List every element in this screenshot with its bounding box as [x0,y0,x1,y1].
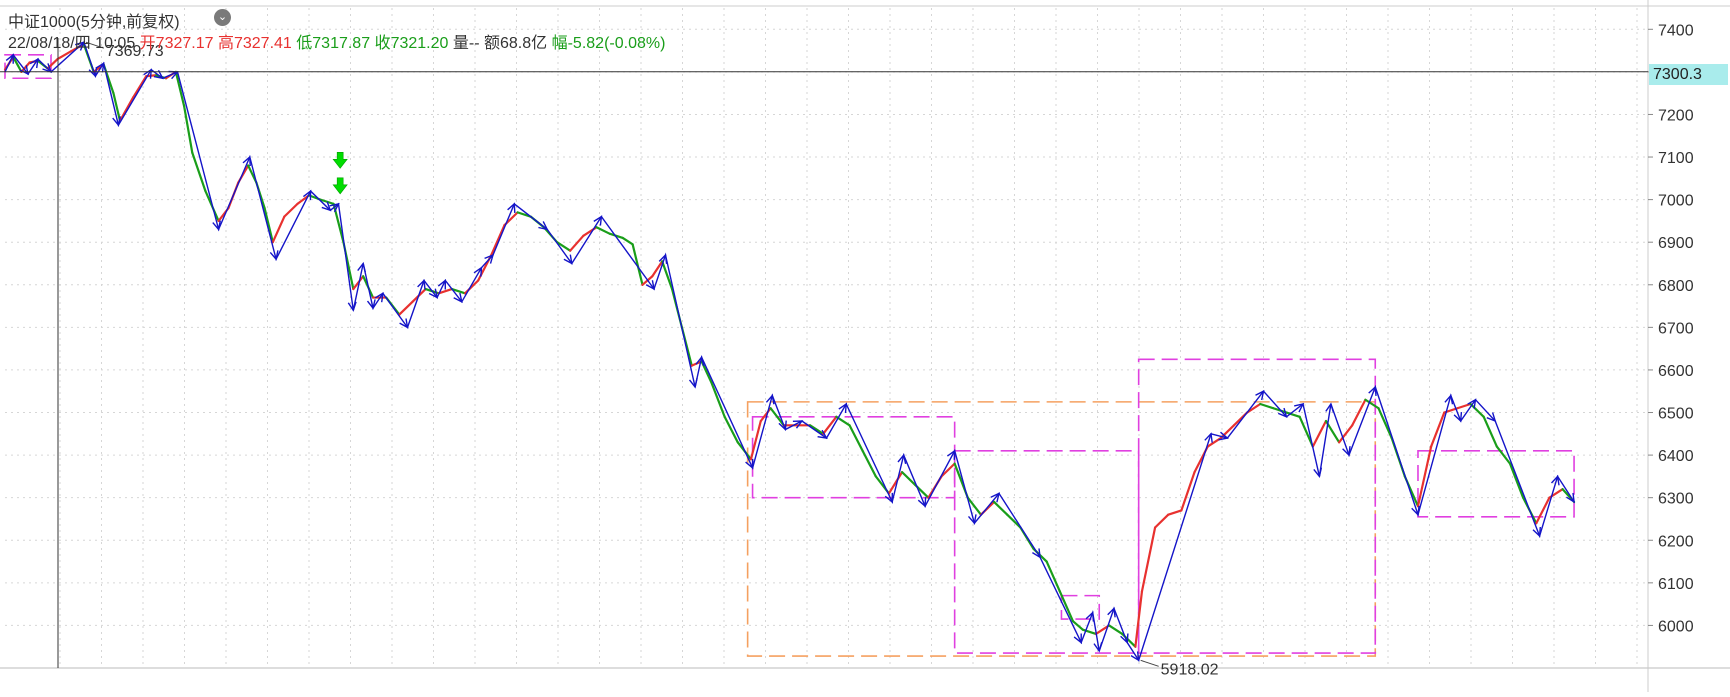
y-tick-label: 7200 [1658,107,1694,124]
y-tick-label: 6100 [1658,576,1694,593]
quote-info-bar: 22/08/18/四 10:05 开7327.17 高7327.41 低7317… [8,29,665,53]
chart-root[interactable]: 6000 6100 6200 6300 6400 6500 6600 6700 6800 6900… [0,0,1730,692]
y-tick-label: 7000 [1658,193,1694,210]
kline-chart[interactable]: 6000 6100 6200 6300 6400 6500 6600 6700 6800 6900… [0,0,1730,692]
quote-high: 高7327.41 [217,35,292,52]
y-tick-label: 6000 [1658,618,1694,635]
y-tick-label: 6900 [1658,235,1694,252]
trough-label: 5918.02 [1161,661,1219,678]
quote-amount: 额68.8亿 [483,35,548,52]
y-tick-label: 6400 [1658,448,1694,465]
y-tick-label: 6500 [1658,406,1694,423]
quote-volume: 量-- [452,35,480,52]
y-tick-label: 6300 [1658,491,1694,508]
y-tick-label: 7100 [1658,150,1694,167]
chart-background [0,0,1730,692]
y-tick-label: 7400 [1658,22,1694,39]
y-tick-label: 6800 [1658,278,1694,295]
crosshair-price-badge: 7300.3 [1649,64,1728,85]
quote-open: 开7327.17 [139,35,214,52]
chevron-down-icon[interactable]: ⌄ [214,9,231,26]
y-tick-label: 6700 [1658,320,1694,337]
quote-change: 幅-5.82(-0.08%) [551,35,666,52]
quote-low: 低7317.87 [296,35,371,52]
y-tick-label: 6600 [1658,363,1694,380]
y-tick-label: 6200 [1658,533,1694,550]
quote-close: 收7321.20 [374,35,449,52]
quote-datetime: 22/08/18/四 10:05 [8,35,136,52]
